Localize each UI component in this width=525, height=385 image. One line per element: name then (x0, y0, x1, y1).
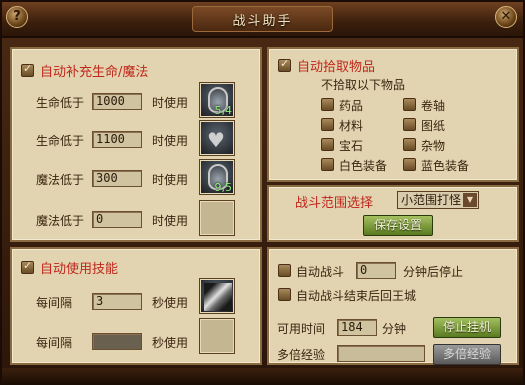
auto-restore-title: 自动补充生命/魔法 (40, 65, 149, 80)
exclude-blueprint-checkbox[interactable] (403, 118, 416, 131)
exclude-blueprint-label: 图纸 (421, 119, 446, 133)
skill-slot-2[interactable] (199, 318, 235, 354)
mp-potion-slot-2[interactable] (199, 200, 235, 236)
mp-threshold-input-2[interactable]: 0 (92, 211, 142, 228)
auto-fight-suffix: 分钟后停止 (403, 265, 464, 279)
battle-assistant-window: 战斗助手 ? ✕ 自动补充生命/魔法 生命低于 1000 时使用 5,4 生命低… (0, 0, 525, 385)
skill-use-label-1: 秒使用 (152, 296, 189, 310)
exclude-gem-label: 宝石 (339, 139, 364, 153)
use-when-label-4: 时使用 (152, 214, 189, 228)
exclude-scroll-label: 卷轴 (421, 99, 446, 113)
use-when-label-1: 时使用 (152, 96, 189, 110)
exclude-blue-equip-checkbox[interactable] (403, 158, 416, 171)
auto-restore-checkbox[interactable] (21, 62, 34, 77)
auto-pickup-panel: 自动拾取物品 不拾取以下物品 药品 卷轴 材料 图纸 宝石 杂物 白色装备 蓝色… (267, 47, 519, 182)
multi-exp-field[interactable] (337, 345, 425, 362)
auto-fight-minutes-input[interactable]: 0 (356, 262, 396, 279)
auto-restore-panel: 自动补充生命/魔法 生命低于 1000 时使用 5,4 生命低于 1100 时使… (10, 47, 262, 242)
hp-threshold-input-2[interactable]: 1100 (92, 131, 142, 148)
chevron-down-icon: ▼ (463, 193, 477, 207)
hp-potion-slot-2[interactable]: ♥ (199, 120, 235, 156)
exclude-potion-checkbox[interactable] (321, 98, 334, 111)
use-when-label-2: 时使用 (152, 134, 189, 148)
return-city-checkbox[interactable] (278, 288, 291, 301)
hp-potion-slot-1[interactable]: 5,4 (199, 82, 235, 118)
exclude-scroll-checkbox[interactable] (403, 98, 416, 111)
window-title: 战斗助手 (232, 14, 293, 29)
hp-threshold-label-2: 生命低于 (36, 134, 85, 148)
titlebar[interactable]: 战斗助手 ? ✕ (2, 2, 523, 38)
mp-potion-slot-1[interactable]: 9,5 (199, 159, 235, 195)
save-settings-button[interactable]: 保存设置 (363, 215, 433, 236)
multi-exp-button[interactable]: 多倍经验 (433, 344, 501, 365)
range-selected-value: 小范围打怪 (401, 193, 462, 207)
heart-potion-icon: ♥ (207, 128, 225, 152)
exclude-gem-checkbox[interactable] (321, 138, 334, 151)
mp-threshold-input-1[interactable]: 300 (92, 170, 142, 187)
exclude-blue-equip-label: 蓝色装备 (421, 159, 470, 173)
auto-battle-panel: 自动战斗 0 分钟后停止 自动战斗结束后回王城 可用时间 184 分钟 停止挂机… (267, 247, 519, 365)
exclude-misc-label: 杂物 (421, 139, 446, 153)
exclude-potion-label: 药品 (339, 99, 364, 113)
multi-exp-label: 多倍经验 (277, 348, 326, 362)
exclude-material-label: 材料 (339, 119, 364, 133)
skill-interval-label-2: 每间隔 (36, 336, 73, 350)
auto-skill-panel: 自动使用技能 每间隔 3 秒使用 每间隔 秒使用 (10, 247, 262, 365)
close-icon[interactable]: ✕ (495, 6, 517, 28)
return-city-label: 自动战斗结束后回王城 (296, 289, 417, 303)
slot-count: 5,4 (214, 104, 233, 117)
auto-skill-title: 自动使用技能 (40, 262, 119, 277)
skill-use-label-2: 秒使用 (152, 336, 189, 350)
skill-slot-1[interactable] (199, 278, 235, 314)
exclude-material-checkbox[interactable] (321, 118, 334, 131)
use-when-label-3: 时使用 (152, 173, 189, 187)
available-time-value: 184 (337, 319, 377, 336)
mp-threshold-label-2: 魔法低于 (36, 214, 85, 228)
auto-skill-checkbox[interactable] (21, 259, 34, 274)
exclude-white-equip-checkbox[interactable] (321, 158, 334, 171)
auto-fight-label: 自动战斗 (296, 265, 345, 279)
auto-fight-checkbox[interactable] (278, 264, 291, 277)
slot-count: 9,5 (214, 181, 233, 194)
exclude-items-subtitle: 不拾取以下物品 (321, 78, 406, 92)
blade-skill-icon (204, 283, 232, 311)
help-icon[interactable]: ? (6, 6, 28, 28)
exclude-misc-checkbox[interactable] (403, 138, 416, 151)
auto-pickup-checkbox[interactable] (278, 57, 291, 72)
skill-interval-input-2[interactable] (92, 333, 142, 350)
exclude-white-equip-label: 白色装备 (339, 159, 388, 173)
mp-threshold-label-1: 魔法低于 (36, 173, 85, 187)
auto-pickup-title: 自动拾取物品 (297, 60, 376, 75)
hp-threshold-label-1: 生命低于 (36, 96, 85, 110)
bottom-frame (2, 368, 523, 385)
skill-interval-label-1: 每间隔 (36, 296, 73, 310)
range-panel: 战斗范围选择 小范围打怪 ▼ 保存设置 (267, 185, 519, 242)
available-time-unit: 分钟 (382, 322, 407, 336)
hp-threshold-input-1[interactable]: 1000 (92, 93, 142, 110)
skill-interval-input-1[interactable]: 3 (92, 293, 142, 310)
range-label: 战斗范围选择 (295, 196, 374, 211)
stop-autoplay-button[interactable]: 停止挂机 (433, 317, 501, 338)
range-select[interactable]: 小范围打怪 ▼ (397, 191, 479, 209)
available-time-label: 可用时间 (277, 322, 326, 336)
